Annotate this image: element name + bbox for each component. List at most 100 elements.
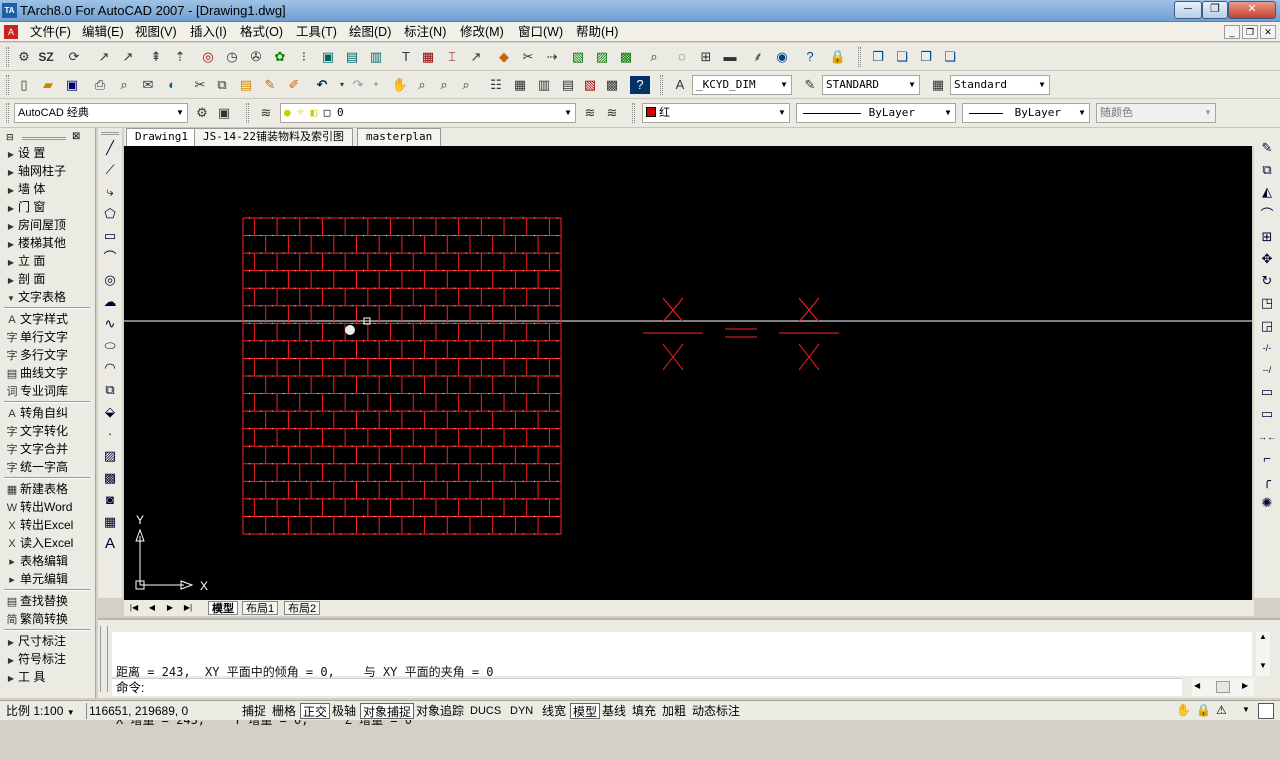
block-icon[interactable]: ▣	[318, 47, 338, 67]
paint-icon[interactable]: ◆	[494, 47, 514, 67]
doc-tab[interactable]: JS-14-22铺装物料及索引图	[194, 128, 353, 146]
plotstyle-select[interactable]: 随颜色 ▼	[1096, 103, 1216, 123]
save-icon[interactable]: ▣	[62, 75, 82, 95]
make-block-icon[interactable]: ⬙	[100, 402, 120, 422]
markup-icon[interactable]: ▧	[580, 75, 600, 95]
match-prop-icon[interactable]: ✎	[260, 75, 280, 95]
make-layer-current-icon[interactable]: ≋	[580, 103, 600, 123]
menu-item[interactable]: 视图(V)	[131, 24, 181, 40]
undo-icon[interactable]: ↶	[312, 75, 332, 95]
offset-icon[interactable]: ⌒	[1257, 205, 1277, 225]
mtext-icon[interactable]: A	[100, 534, 120, 554]
sz-button[interactable]: SZ	[34, 47, 58, 67]
dimstyle-icon[interactable]: A	[670, 75, 690, 95]
linetype-select[interactable]: ByLayer ▼	[796, 103, 956, 123]
layer-manager-icon[interactable]: ≋	[256, 103, 276, 123]
workspace-settings-icon[interactable]: ⚙	[192, 103, 212, 123]
ellipse-arc-icon[interactable]: ◠	[100, 358, 120, 378]
zoom-realtime-icon[interactable]: ⌕	[412, 75, 432, 95]
copy-icon[interactable]: ⧉	[212, 75, 232, 95]
ellipse-icon[interactable]: ⬭	[100, 336, 120, 356]
text-height-icon[interactable]: ⇡	[170, 47, 190, 67]
status-toggle[interactable]: 加粗	[660, 703, 688, 719]
preview-icon[interactable]: ⌕	[114, 75, 134, 95]
menu-item[interactable]: 插入(I)	[186, 24, 231, 40]
tray-comm-icon[interactable]: ⚠	[1216, 703, 1230, 719]
panel-item[interactable]: 字文字转化	[4, 422, 92, 440]
panel-item[interactable]: ▶ 楼梯其他	[4, 234, 92, 252]
toolbar-grip[interactable]	[6, 75, 9, 95]
array-icon[interactable]: ⊞	[1257, 227, 1277, 247]
textstyle-icon[interactable]: ✎	[800, 75, 820, 95]
copy-icon[interactable]: ⧉	[1257, 160, 1277, 180]
lock-icon[interactable]: 🔒	[828, 47, 848, 67]
open-folder-icon[interactable]: ▰	[38, 75, 58, 95]
panel-item[interactable]: X 读入Excel	[4, 534, 92, 552]
panel-item[interactable]: ▶ 门 窗	[4, 198, 92, 216]
properties-icon[interactable]: ☷	[486, 75, 506, 95]
panel-item[interactable]: ▶ 剖 面	[4, 270, 92, 288]
window-arrange-icon[interactable]: ❏	[940, 47, 960, 67]
sheet-set-icon[interactable]: ▤	[558, 75, 578, 95]
calculator-icon[interactable]: ▩	[602, 75, 622, 95]
panel-item[interactable]: ▶ 符号标注	[4, 650, 92, 668]
menu-item[interactable]: 文件(F)	[26, 24, 75, 40]
dimstyle-select[interactable]: _KCYD_DIM ▼	[692, 75, 792, 95]
textstyle-select[interactable]: STANDARD ▼	[822, 75, 920, 95]
construction-line-icon[interactable]: ⟋	[100, 160, 120, 180]
spline-icon[interactable]: ∿	[100, 314, 120, 334]
toolbar-grip[interactable]	[660, 75, 663, 95]
tablestyle-icon[interactable]: ▦	[928, 75, 948, 95]
design-center-icon[interactable]: ▦	[510, 75, 530, 95]
last-tab-icon[interactable]: ▶|	[182, 601, 194, 615]
status-toggle[interactable]: 线宽	[540, 703, 568, 719]
scroll-up-icon[interactable]: ▲	[1256, 632, 1270, 641]
line-icon[interactable]: ╱	[100, 138, 120, 158]
help-icon[interactable]: ?	[630, 76, 650, 94]
window-tile2-icon[interactable]: ❐	[916, 47, 936, 67]
panel-item[interactable]: ▶ 房间屋顶	[4, 216, 92, 234]
menu-item[interactable]: 帮助(H)	[572, 24, 622, 40]
panel-item[interactable]: ▶ 设 置	[4, 144, 92, 162]
redo-dropdown-icon[interactable]: ▾	[366, 75, 386, 95]
command-hscroll[interactable]: ◀ ▶	[1192, 678, 1254, 696]
panel-item[interactable]: 字文字合并	[4, 440, 92, 458]
minimize-button[interactable]: ─	[1174, 1, 1202, 19]
panel-item[interactable]: W 转出Word	[4, 498, 92, 516]
lasso-icon[interactable]: ◌	[672, 47, 692, 67]
table-icon[interactable]: ▦	[418, 47, 438, 67]
tray-pan-icon[interactable]: ✋	[1176, 703, 1192, 719]
rectangle-icon[interactable]: ▭	[100, 226, 120, 246]
panel-item[interactable]: A 转角自纠	[4, 404, 92, 422]
eye-icon[interactable]: ◉	[772, 47, 792, 67]
status-toggle[interactable]: 对象捕捉	[360, 703, 415, 719]
toolbar-grip[interactable]	[246, 103, 249, 123]
panel-close-icon[interactable]: ⊠	[72, 131, 80, 142]
status-toggle[interactable]: 填充	[630, 703, 658, 719]
status-toggle[interactable]: 动态标注	[690, 703, 742, 719]
panel-grip[interactable]	[22, 137, 66, 140]
text-icon[interactable]: T	[396, 47, 416, 67]
clean-screen-icon[interactable]	[1258, 703, 1274, 719]
doc-restore-button[interactable]: ❐	[1242, 25, 1258, 39]
first-tab-icon[interactable]: |◀	[128, 601, 140, 615]
command-scrollbar[interactable]: ▲ ▼	[1256, 632, 1270, 676]
drawing-canvas[interactable]: X Y	[124, 146, 1252, 600]
layer-select[interactable]: ● ☼ ◧ □ 0 ▼	[280, 103, 576, 123]
text-up-icon[interactable]: ⇞	[146, 47, 166, 67]
panel-item[interactable]: ▸ 表格编辑	[4, 552, 92, 570]
window-cascade-icon[interactable]: ❏	[892, 47, 912, 67]
ruler-icon[interactable]: ▬	[720, 47, 740, 67]
toolbar-grip[interactable]	[632, 103, 635, 123]
refresh-icon[interactable]: ⟳	[64, 47, 84, 67]
view2-icon[interactable]: ▨	[592, 47, 612, 67]
command-grip[interactable]	[100, 626, 108, 692]
block3-icon[interactable]: ▥	[366, 47, 386, 67]
status-toggle[interactable]: DUCS	[468, 703, 503, 719]
status-toggle[interactable]: 极轴	[330, 703, 358, 719]
tray-lock-icon[interactable]: 🔒	[1196, 703, 1212, 719]
dots-icon[interactable]: ⁝	[294, 47, 314, 67]
3d-icon[interactable]: ◐	[162, 75, 182, 95]
toolbar-grip[interactable]	[6, 103, 9, 123]
move-icon[interactable]: ✥	[1257, 249, 1277, 269]
